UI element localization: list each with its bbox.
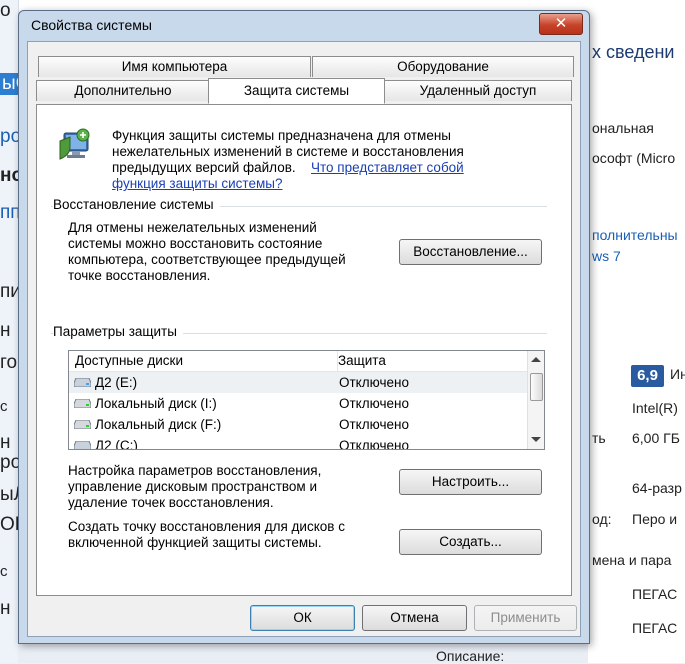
drive-icon xyxy=(74,441,91,449)
system-properties-dialog: Свойства системы ✕ Имя компьютера Оборуд… xyxy=(18,10,590,644)
configure-text-line: управление дисковым пространством и xyxy=(68,479,317,494)
bg-left-text: с xyxy=(0,398,8,415)
bg-text: Описание: xyxy=(436,648,505,664)
drive-icon xyxy=(74,399,91,408)
bg-left-text: с xyxy=(0,563,8,580)
drive-name: Д2 (С:) xyxy=(95,438,138,450)
performance-rating-badge[interactable]: 6,9 xyxy=(631,365,664,387)
bg-text: Ин xyxy=(670,366,685,382)
bg-text: ть xyxy=(592,430,606,446)
drive-protection: Отключено xyxy=(339,417,409,432)
bg-left-text: о xyxy=(0,0,11,21)
scroll-down-arrow-icon[interactable] xyxy=(531,437,541,442)
bg-text: Перо и xyxy=(632,511,678,527)
intro-text-line: нежелательных изменений в системе и восс… xyxy=(112,144,464,159)
configure-text-line: Настройка параметров восстановления, xyxy=(68,463,322,478)
bg-text: Intel(R) xyxy=(632,400,678,416)
bg-link[interactable]: ws 7 xyxy=(592,248,621,264)
drive-name: Д2 (E:) xyxy=(95,375,138,390)
close-icon: ✕ xyxy=(554,15,568,32)
bg-left-text: н xyxy=(0,320,11,341)
bg-text: ософт (Micro xyxy=(592,150,676,166)
bg-text: ПЕГАС xyxy=(632,620,678,636)
drive-icon xyxy=(74,420,91,429)
tab-remote[interactable]: Удаленный доступ xyxy=(384,80,572,101)
configure-text-line: удаление точек восстановления. xyxy=(68,495,274,510)
column-available-drives[interactable]: Доступные диски xyxy=(69,351,338,371)
drive-row[interactable]: Локальный диск (I:) Отключено xyxy=(69,393,527,414)
drive-row[interactable]: Д2 (E:) Отключено xyxy=(69,372,527,393)
create-button[interactable]: Создать... xyxy=(399,529,542,555)
drives-list-scrollbar[interactable] xyxy=(527,351,544,449)
restore-group-label: Восстановление системы xyxy=(53,197,220,212)
bg-left-text: н xyxy=(0,432,11,453)
restore-text-line: Для отмены нежелательных изменений xyxy=(68,220,317,235)
drive-protection: Отключено xyxy=(339,396,409,411)
intro-text-line: предыдущих версий файлов. xyxy=(112,160,296,175)
bg-left-text: го xyxy=(0,352,18,373)
drive-row[interactable]: Д2 (С:) Отключено xyxy=(69,435,527,450)
help-link-continued[interactable]: функция защиты системы? xyxy=(112,176,282,192)
column-protection[interactable]: Защита xyxy=(332,351,528,371)
drive-name: Локальный диск (F:) xyxy=(95,417,222,432)
drives-list[interactable]: Доступные диски Защита Д2 (E:) Отключено… xyxy=(68,350,545,450)
tab-advanced[interactable]: Дополнительно xyxy=(36,80,210,101)
ok-button[interactable]: ОК xyxy=(250,605,355,631)
bg-text: ПЕГАС xyxy=(632,586,678,602)
scroll-up-arrow-icon[interactable] xyxy=(531,357,541,362)
tab-system-protection[interactable]: Защита системы xyxy=(208,78,385,104)
dialog-client-area: Имя компьютера Оборудование Дополнительн… xyxy=(27,41,581,637)
bg-text: ональная xyxy=(592,120,654,136)
protection-group-label: Параметры защиты xyxy=(53,324,183,339)
bg-text: 6,00 ГБ xyxy=(632,430,680,446)
system-protection-icon xyxy=(56,127,92,167)
drive-protection: Отключено xyxy=(339,375,409,390)
bg-heading: х сведени xyxy=(592,42,675,62)
system-restore-button[interactable]: Восстановление... xyxy=(399,239,542,265)
close-button[interactable]: ✕ xyxy=(539,13,583,35)
drive-name: Локальный диск (I:) xyxy=(95,396,217,411)
help-link[interactable]: Что представляет собой xyxy=(311,160,464,176)
restore-text-line: компьютера, соответствующее предыдущей xyxy=(68,252,346,267)
create-text-line: включенной функцией защиты системы. xyxy=(68,535,322,550)
bg-text: мена и пара xyxy=(592,552,672,568)
create-text-line: Создать точку восстановления для дисков … xyxy=(68,519,345,534)
dialog-title: Свойства системы xyxy=(31,17,152,33)
bg-link[interactable]: полнительны xyxy=(592,227,678,243)
system-protection-panel: Функция защиты системы предназначена для… xyxy=(36,104,572,596)
apply-button[interactable]: Применить xyxy=(474,605,577,631)
cancel-button[interactable]: Отмена xyxy=(362,605,467,631)
bg-text: од: xyxy=(592,511,612,527)
drive-icon xyxy=(74,378,91,387)
restore-text-line: системы можно восстановить состояние xyxy=(68,236,323,251)
drive-row[interactable]: Локальный диск (F:) Отключено xyxy=(69,414,527,435)
title-bar[interactable]: Свойства системы ✕ xyxy=(19,11,589,39)
tab-hardware[interactable]: Оборудование xyxy=(312,56,574,77)
scrollbar-thumb[interactable] xyxy=(530,373,543,401)
bg-text: 64-разр xyxy=(632,480,682,496)
bg-left-text: н xyxy=(0,598,11,619)
drive-protection: Отключено xyxy=(339,438,409,450)
intro-text-line: Функция защиты системы предназначена для… xyxy=(112,128,451,143)
tab-computer-name[interactable]: Имя компьютера xyxy=(38,56,311,77)
drives-list-header: Доступные диски Защита xyxy=(69,351,527,372)
configure-button[interactable]: Настроить... xyxy=(399,469,542,495)
restore-text-line: точке восстановления. xyxy=(68,268,211,283)
